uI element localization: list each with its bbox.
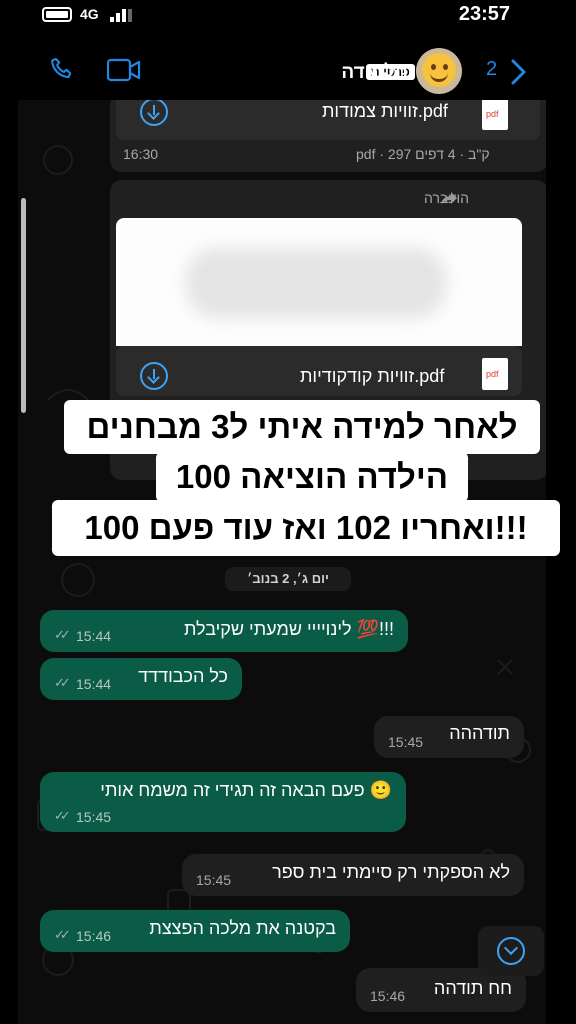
message-text: לינויייי שמעתי שקיבלת 💯!!! (183, 619, 394, 639)
message-time: 15:45 (76, 809, 112, 825)
message-text: חח תודהה (433, 978, 512, 998)
date-separator: יום ג׳, 2 בנוב׳ (225, 567, 351, 591)
chat-header: פרטיות תלמידה 2 (0, 30, 576, 100)
overlay-caption-line-1: לאחר למידה איתי ל3 מבחנים (64, 400, 540, 454)
message-bubble-outgoing[interactable]: לינויייי שמעתי שקיבלת 💯!!! ✓✓ 15:44 (40, 610, 408, 652)
unread-count[interactable]: 2 (486, 58, 497, 81)
avatar[interactable] (416, 48, 462, 94)
pdf-icon: pdf (482, 100, 508, 130)
battery-icon (42, 7, 72, 22)
message-bubble-incoming[interactable]: תודההה 15:45 (374, 716, 524, 758)
message-text: תודההה (449, 723, 510, 743)
document-pages: 4 דפים (415, 146, 456, 162)
message-time: 15:44 (76, 676, 112, 692)
overlay-caption-line-2: הילדה הוציאה 100 (156, 452, 468, 502)
chevron-down-icon (497, 937, 525, 965)
double-check-icon: ✓✓ (54, 808, 71, 823)
double-check-icon: ✓✓ (54, 627, 71, 642)
clock: 23:57 (458, 3, 510, 25)
blurred-content (186, 248, 446, 318)
message-time: 15:46 (370, 988, 406, 1004)
document-preview-thumbnail[interactable] (116, 218, 522, 346)
document-info: pdf · 297 ק"ב · 4 דפים (356, 146, 490, 162)
contact-name[interactable]: תלמידה (341, 62, 408, 84)
message-bubble-incoming[interactable]: לא הספקתי רק סיימתי בית ספר 15:45 (182, 854, 524, 896)
message-time: 15:44 (76, 628, 112, 644)
network-label: 4G (80, 6, 99, 22)
scroll-indicator[interactable] (21, 198, 26, 413)
smiley-face-icon (422, 53, 456, 87)
message-bubble-outgoing[interactable]: כל הכבודדד ✓✓ 15:44 (40, 658, 242, 700)
scroll-to-bottom-button[interactable] (478, 926, 544, 976)
message-text: לא הספקתי רק סיימתי בית ספר (272, 862, 510, 882)
document-file-name: זוויות קודקודיות.pdf (300, 366, 445, 386)
double-check-icon: ✓✓ (54, 927, 71, 942)
message-text: כל הכבודדד (138, 666, 228, 686)
pdf-icon: pdf (482, 358, 508, 390)
back-chevron-icon[interactable] (508, 58, 528, 86)
message-text: פעם הבאה זה תגידי זה משמח אותי 🙂 (100, 780, 392, 800)
message-time: 15:45 (196, 872, 232, 888)
message-bubble-outgoing[interactable]: בקטנה את מלכה הפצצת ✓✓ 15:46 (40, 910, 350, 952)
double-check-icon: ✓✓ (54, 675, 71, 690)
phone-icon[interactable] (48, 56, 76, 84)
chat-area[interactable]: זוויות צמודות.pdf pdf 16:30 pdf · 297 ק"… (18, 100, 546, 1024)
message-bubble-outgoing[interactable]: פעם הבאה זה תגידי זה משמח אותי 🙂 ✓✓ 15:4… (40, 772, 406, 832)
document-type: pdf (356, 146, 376, 162)
message-text: בקטנה את מלכה הפצצת (149, 918, 336, 938)
signal-icon (110, 8, 132, 22)
message-time: 15:45 (388, 734, 424, 750)
document-time: 16:30 (123, 146, 159, 162)
overlay-caption-line-3: ואחריו 102 ואז עוד פעם 100!!! (52, 500, 560, 556)
download-icon[interactable] (140, 362, 168, 390)
video-icon[interactable] (107, 58, 141, 82)
status-bar: 4G 23:57 (0, 0, 576, 30)
document-file-name: זוויות צמודות.pdf (322, 101, 448, 121)
message-time: 15:46 (76, 928, 112, 944)
forward-arrow-icon (441, 192, 457, 204)
document-message[interactable]: זוויות צמודות.pdf pdf 16:30 pdf · 297 ק"… (110, 100, 546, 172)
